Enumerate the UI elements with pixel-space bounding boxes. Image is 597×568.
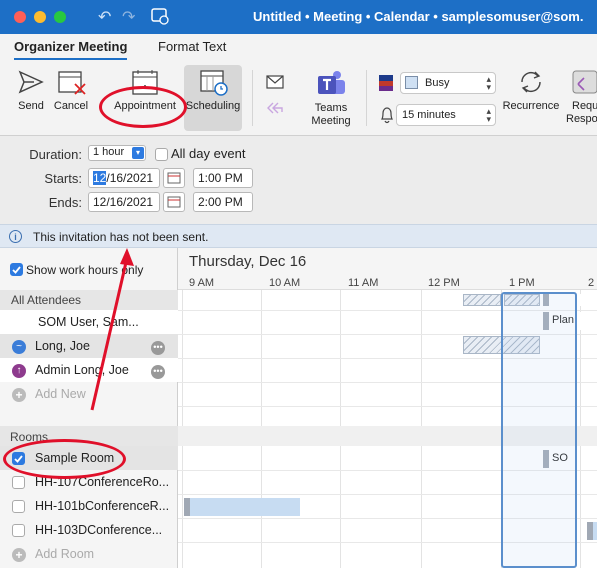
annotation-arrow [90, 248, 134, 411]
